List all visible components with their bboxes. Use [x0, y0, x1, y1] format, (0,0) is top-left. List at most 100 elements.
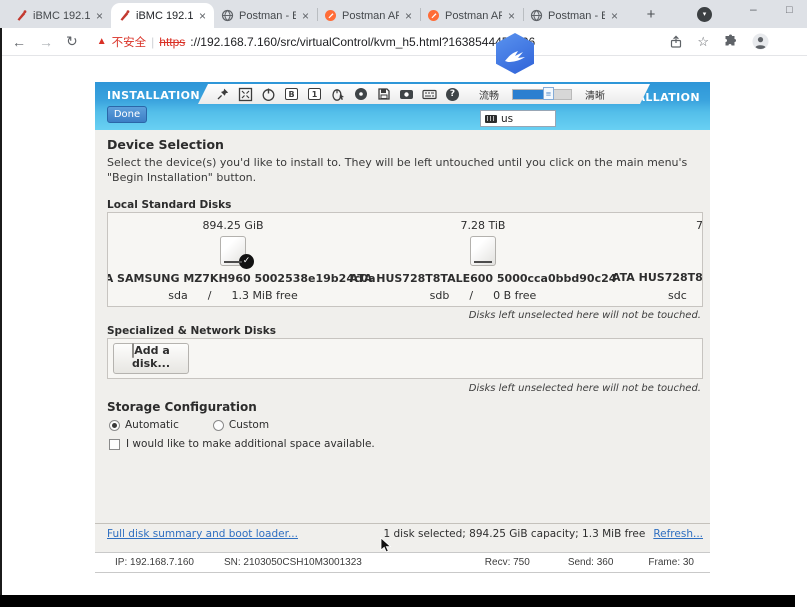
tab-close-icon[interactable]: ×	[507, 9, 516, 23]
tab-ibmc-2-active[interactable]: iBMC 192.168.7.16 ×	[111, 3, 214, 28]
additional-space-label: I would like to make additional space av…	[126, 438, 375, 450]
disk-mount: /	[208, 289, 212, 302]
disk-free: 1.3 MiB free	[231, 289, 297, 302]
kvm-ip: IP: 192.168.7.160	[115, 557, 194, 568]
profile-avatar-icon[interactable]	[752, 33, 769, 50]
quality-slider[interactable]: ≡	[512, 89, 572, 100]
bottom-black-bar	[0, 595, 795, 607]
storage-configuration-heading: Storage Configuration	[107, 400, 257, 414]
mouse-cursor	[380, 537, 391, 557]
storage-config-radios: Automatic Custom	[109, 419, 269, 431]
url-field[interactable]: ▲ 不安全 | https://192.168.7.160/src/virtua…	[97, 34, 535, 50]
tab-label: iBMC 192.168.7.16	[136, 10, 193, 22]
tab-postman-api-2[interactable]: Postman API Platfo ×	[420, 3, 523, 28]
kvm-status-bar: IP: 192.168.7.160 SN: 2103050CSH10M30013…	[95, 552, 710, 573]
keyboard-mouse-icon[interactable]: 1	[306, 86, 323, 102]
security-warning-text: 不安全	[112, 34, 147, 50]
disk-card-sdb[interactable]: 7.28 TiB ATA HUS728T8TALE600 5000cca0bbd…	[358, 213, 608, 306]
disk-name: ATA SAMSUNG MZ7KH960 5002538e19b24c0a	[107, 272, 376, 285]
disk-size: 7.28 TiB	[461, 219, 506, 233]
browser-menu-circle-button[interactable]: ▾	[697, 7, 712, 22]
tab-close-icon[interactable]: ×	[95, 9, 104, 23]
specialized-disks-heading: Specialized & Network Disks	[107, 325, 276, 337]
pin-icon[interactable]	[214, 86, 231, 102]
disk-dev-row: sda / 1.3 MiB free	[168, 289, 297, 302]
reload-icon[interactable]: ↻	[66, 33, 78, 50]
kvm-recv: Recv: 750	[485, 557, 530, 568]
new-tab-button[interactable]: +	[640, 5, 662, 25]
keyboard-layout-label: us	[501, 113, 513, 125]
window-minimize-button[interactable]: –	[750, 2, 757, 16]
address-bar-actions: ☆	[669, 33, 769, 50]
disk-size: 894.25 GiB	[202, 219, 263, 233]
keyboard-layout-indicator[interactable]: us	[480, 110, 556, 127]
browser-address-bar: ← → ↻ ▲ 不安全 | https://192.168.7.160/src/…	[0, 28, 807, 56]
disk-dev: sdc	[668, 289, 687, 302]
globe-favicon	[530, 9, 543, 22]
tab-close-icon[interactable]: ×	[610, 9, 619, 23]
security-warning-icon: ▲	[97, 36, 107, 47]
quality-high-label: 清晰	[585, 87, 605, 102]
radio-custom[interactable]	[213, 420, 224, 431]
virtual-keyboard-icon[interactable]	[421, 86, 438, 102]
mouse-icon[interactable]	[329, 86, 346, 102]
help-icon[interactable]: ?	[444, 86, 461, 102]
window-maximize-button[interactable]: □	[786, 4, 793, 16]
window-left-edge	[0, 28, 2, 595]
radio-automatic[interactable]	[109, 420, 120, 431]
local-disks-panel: 894.25 GiB ✓ ATA SAMSUNG MZ7KH960 500253…	[107, 212, 703, 307]
save-icon[interactable]	[375, 86, 392, 102]
tab-close-icon[interactable]: ×	[404, 9, 413, 23]
done-button[interactable]: Done	[107, 106, 147, 123]
hard-drive-icon: ✓	[220, 236, 246, 266]
back-icon[interactable]: ←	[12, 34, 26, 50]
tab-postman-api-1[interactable]: Postman API Platfo ×	[317, 3, 420, 28]
kvm-send: Send: 360	[568, 557, 614, 568]
kvm-frame: Frame: 30	[648, 557, 694, 568]
bookmark-star-icon[interactable]: ☆	[697, 34, 709, 50]
add-disk-button[interactable]: Add a disk...	[113, 343, 189, 374]
full-disk-summary-link[interactable]: Full disk summary and boot loader...	[107, 528, 298, 540]
additional-space-checkbox[interactable]	[109, 439, 120, 450]
installer-footer: Full disk summary and boot loader... 1 d…	[107, 528, 703, 540]
globe-favicon	[221, 9, 234, 22]
selected-check-icon: ✓	[239, 254, 254, 269]
extensions-puzzle-icon[interactable]	[723, 34, 738, 49]
boot-device-icon[interactable]: B	[283, 86, 300, 102]
screen-capture-icon[interactable]	[398, 86, 415, 102]
url-text: ://192.168.7.160/src/virtualControl/kvm_…	[190, 35, 535, 49]
kvm-serial-number: SN: 2103050CSH10M3001323	[224, 557, 362, 568]
kvm-remote-screen: INSTALLATION DESTINATION INSTALLATION Do…	[95, 82, 710, 552]
power-icon[interactable]	[260, 86, 277, 102]
tab-label: Postman API Platfo	[445, 10, 502, 22]
refresh-link[interactable]: Refresh...	[653, 528, 703, 540]
ibmc-favicon	[15, 9, 28, 22]
local-disks-heading: Local Standard Disks	[107, 199, 231, 211]
disk-size: 7	[696, 219, 703, 232]
quality-low-label: 流畅	[479, 87, 499, 102]
browser-tab-strip: iBMC 192.168.7.16 × iBMC 192.168.7.16 × …	[0, 0, 807, 28]
tab-close-icon[interactable]: ×	[198, 9, 207, 23]
tab-postman-browse-1[interactable]: Postman - Browse ×	[214, 3, 317, 28]
tab-label: Postman - Browse	[239, 10, 296, 22]
device-selection-description: Select the device(s) you'd like to insta…	[107, 155, 699, 185]
forward-icon[interactable]: →	[39, 34, 53, 50]
fullscreen-icon[interactable]	[237, 86, 254, 102]
url-divider: |	[151, 35, 154, 49]
disk-card-sdc-clipped[interactable]: 7 ATA HUS728T8TAL sdc	[608, 213, 703, 306]
disk-dev: sdb	[430, 289, 450, 302]
disk-mount: /	[469, 289, 473, 302]
radio-custom-label: Custom	[229, 419, 269, 431]
disk-card-sda[interactable]: 894.25 GiB ✓ ATA SAMSUNG MZ7KH960 500253…	[108, 213, 358, 306]
tab-postman-browse-2[interactable]: Postman - Browse ×	[523, 3, 626, 28]
radio-automatic-label: Automatic	[125, 419, 179, 431]
disk-dev: sda	[168, 289, 187, 302]
quality-slider-handle[interactable]: ≡	[543, 87, 554, 100]
share-icon[interactable]	[669, 35, 683, 49]
disc-icon[interactable]	[352, 86, 369, 102]
tab-ibmc-1[interactable]: iBMC 192.168.7.16 ×	[8, 3, 111, 28]
unselected-note: Disks left unselected here will not be t…	[469, 310, 701, 321]
tab-close-icon[interactable]: ×	[301, 9, 310, 23]
quality-slider-fill	[513, 90, 547, 99]
postman-favicon	[324, 9, 337, 22]
